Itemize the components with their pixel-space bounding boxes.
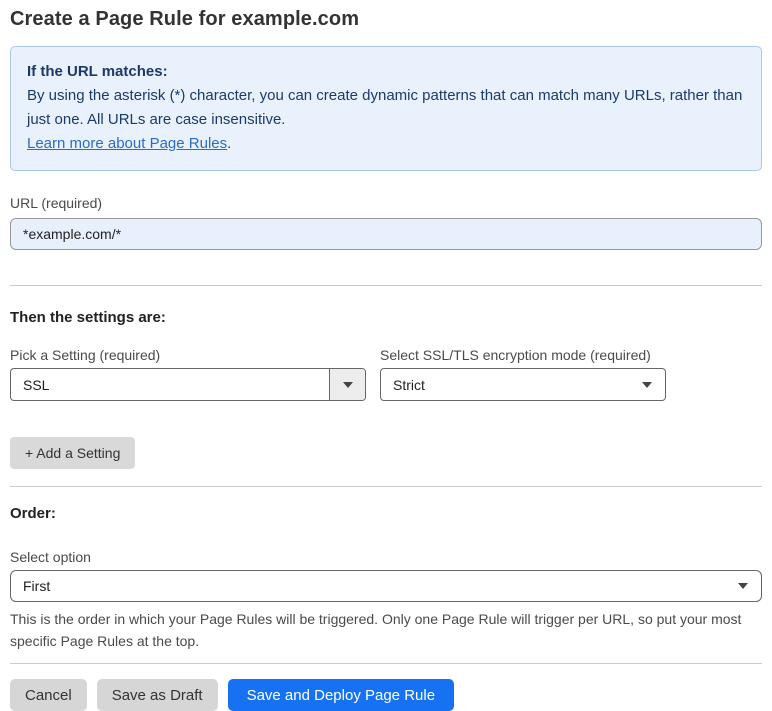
info-box-heading: If the URL matches:	[27, 63, 168, 80]
order-select-arrow	[738, 583, 761, 589]
setting-select-arrow-box[interactable]	[329, 369, 365, 400]
learn-more-link[interactable]: Learn more about Page Rules	[27, 135, 227, 152]
divider-footer	[10, 663, 762, 664]
save-draft-button[interactable]: Save as Draft	[96, 679, 218, 711]
ssl-mode-select[interactable]: Strict	[380, 368, 666, 401]
order-help-text: This is the order in which your Page Rul…	[10, 611, 742, 649]
info-box-body: By using the asterisk (*) character, you…	[27, 87, 743, 128]
settings-heading: Then the settings are:	[10, 309, 166, 326]
chevron-down-icon	[642, 381, 652, 388]
url-input[interactable]	[10, 218, 762, 250]
setting-select[interactable]: SSL	[10, 368, 366, 401]
setting-picker-column: Pick a Setting (required) SSL	[10, 326, 366, 401]
url-match-info-box: If the URL matches: By using the asteris…	[10, 46, 762, 171]
divider-url-settings	[10, 285, 762, 286]
setting-picker-label: Pick a Setting (required)	[10, 347, 161, 363]
page-title: Create a Page Rule for example.com	[10, 8, 360, 30]
url-label: URL (required)	[10, 195, 103, 211]
setting-select-value: SSL	[23, 376, 50, 393]
cancel-button[interactable]: Cancel	[10, 679, 87, 711]
chevron-down-icon	[738, 583, 748, 589]
chevron-down-icon	[342, 381, 353, 388]
ssl-mode-select-value: Strict	[393, 376, 425, 393]
order-select-value: First	[23, 578, 51, 594]
ssl-mode-column: Select SSL/TLS encryption mode (required…	[380, 326, 666, 401]
footer-actions: Cancel Save as Draft Save and Deploy Pag…	[10, 679, 762, 711]
ssl-mode-select-arrow	[642, 381, 665, 388]
save-deploy-button[interactable]: Save and Deploy Page Rule	[227, 679, 455, 711]
order-select[interactable]: First	[10, 570, 762, 602]
ssl-mode-label: Select SSL/TLS encryption mode (required…	[380, 347, 651, 363]
add-setting-button[interactable]: + Add a Setting	[10, 437, 136, 469]
settings-row: Pick a Setting (required) SSL Select SSL…	[10, 326, 762, 401]
order-select-label: Select option	[10, 549, 91, 565]
info-box-link-line: Learn more about Page Rules.	[27, 132, 745, 156]
link-period: .	[227, 135, 232, 152]
divider-settings-order	[10, 486, 762, 487]
order-heading: Order:	[10, 505, 56, 522]
